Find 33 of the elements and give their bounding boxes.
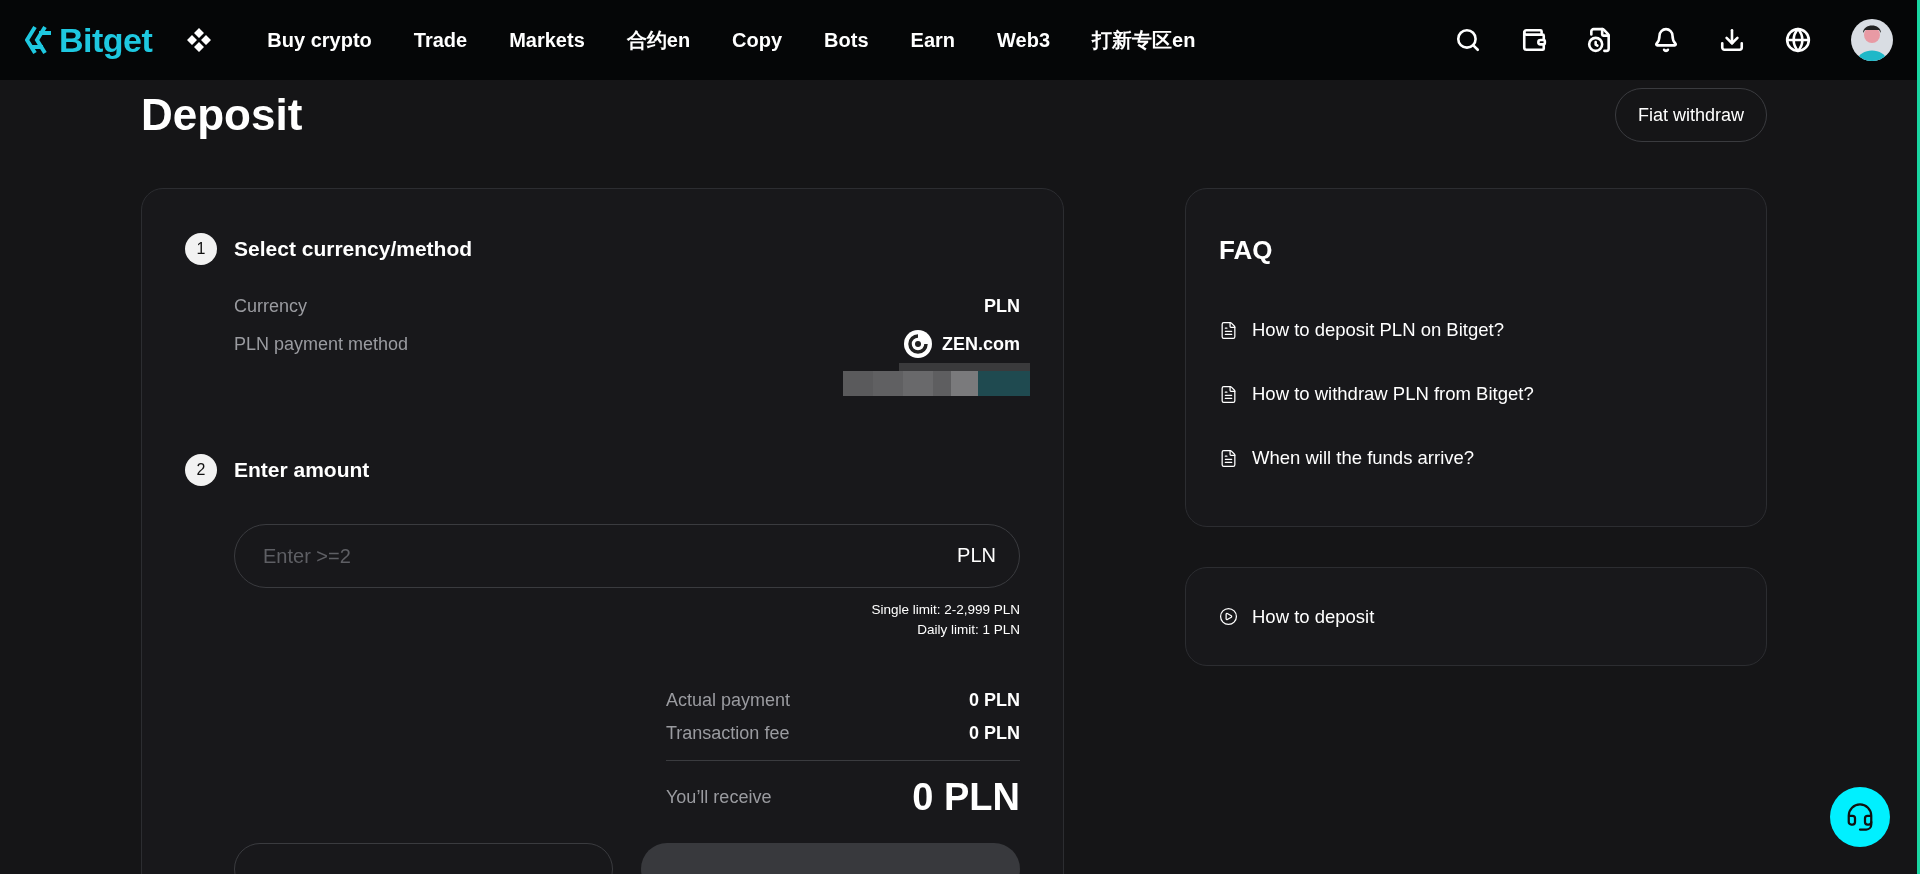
receive-amount: 0 PLN [912,775,1020,819]
nav-link[interactable]: Markets [488,28,606,52]
receive-label: You’ll receive [666,786,772,808]
nav-link[interactable]: 打新专区en [1071,26,1217,54]
nav-link[interactable]: Copy [711,28,804,52]
currency-unit: PLN [957,544,996,567]
nav-link[interactable]: Bots [803,28,890,52]
field-label: PLN payment method [234,333,409,355]
logo[interactable]: Bitget [25,20,153,60]
limit-text: Daily limit: 1 PLN [917,621,1020,639]
nav-link[interactable]: Earn [889,28,977,52]
summary-label: Transaction fee [666,723,790,744]
summary-value: 0 PLN [969,690,1020,711]
faq-title: FAQ [1219,235,1274,266]
limit-text: Single limit: 2-2,999 PLN [871,601,1020,619]
page-title: Deposit [141,90,303,140]
field-value: ZEN.com [942,333,1020,355]
summary-value: 0 PLN [969,723,1020,744]
step-title: Enter amount [234,458,370,482]
step-number: 1 [185,233,217,265]
nav-link[interactable]: 合约en [605,26,712,54]
faq-link[interactable]: When will the funds arrive? [1219,426,1733,490]
faq-link[interactable]: How to withdraw PLN from Bitget? [1219,362,1733,426]
field-value: PLN [984,295,1020,317]
nav-link[interactable]: Buy crypto [246,28,393,52]
video-link[interactable]: How to deposit [1219,584,1375,649]
step-title: Select currency/method [234,237,473,261]
step-number: 2 [185,454,217,486]
faq-link[interactable]: How to deposit PLN on Bitget? [1219,298,1733,362]
field-label: Currency [234,295,308,317]
nav-link[interactable]: Web3 [976,28,1071,52]
nav-link[interactable]: Trade [392,28,489,52]
summary-label: Actual payment [666,690,791,711]
